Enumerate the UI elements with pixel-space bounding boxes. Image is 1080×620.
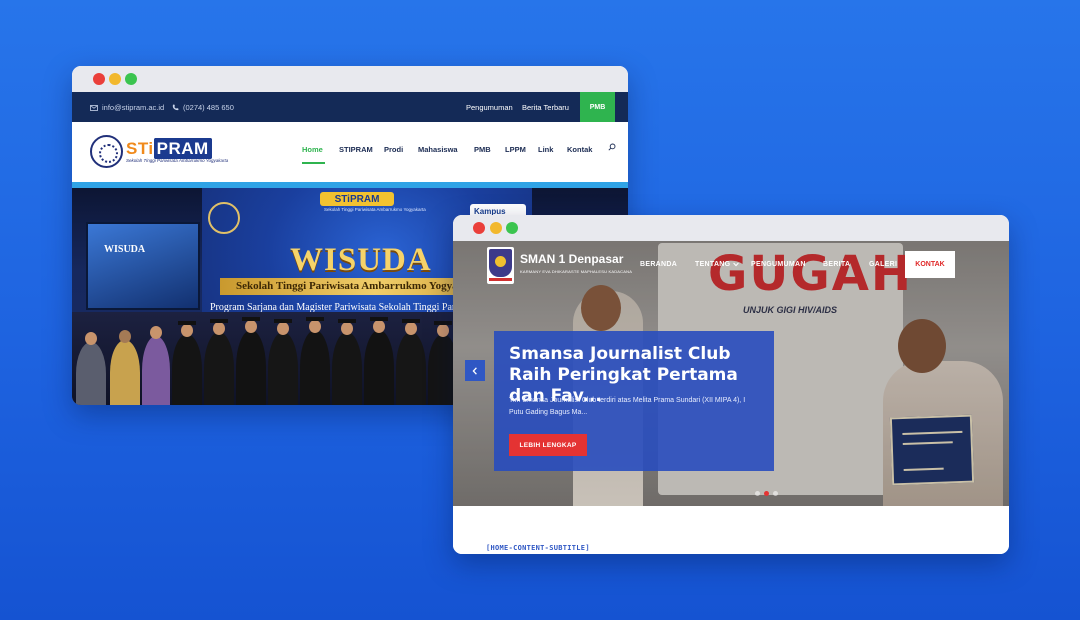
brand-part1: STi bbox=[126, 139, 154, 158]
minimize-window-button[interactable] bbox=[490, 222, 502, 234]
nav-stipram[interactable]: STIPRAM bbox=[339, 145, 373, 154]
nav-home[interactable]: Home bbox=[302, 145, 323, 154]
window-titlebar bbox=[453, 215, 1009, 241]
maximize-window-button[interactable] bbox=[506, 222, 518, 234]
slide-description: Tim Smansa Journalist Club terdiri atas … bbox=[509, 397, 746, 416]
brand-part2: PRAM bbox=[153, 138, 212, 159]
side-screen: WISUDA bbox=[86, 222, 200, 310]
slider-dot[interactable] bbox=[773, 491, 778, 496]
nav-berita[interactable]: BERITA bbox=[823, 261, 850, 268]
minimize-window-button[interactable] bbox=[109, 73, 121, 85]
home-content-section: [HOME-CONTENT-SUBTITLE] bbox=[453, 506, 1009, 554]
brand-tagline: Sekolah Tinggi Pariwisata Ambarrukmo Yog… bbox=[126, 158, 229, 163]
slider-dot[interactable] bbox=[755, 491, 760, 496]
slider-prev-button[interactable] bbox=[465, 360, 485, 381]
hero-wisuda-heading: WISUDA bbox=[290, 242, 432, 278]
stipram-logo[interactable]: STi PRAM Sekolah Tinggi Pariwisata Ambarr… bbox=[90, 135, 228, 168]
read-more-button[interactable]: LEBIH LENGKAP bbox=[509, 434, 587, 456]
contact-phone[interactable]: (0274) 485 650 bbox=[172, 103, 234, 112]
active-nav-underline bbox=[302, 162, 325, 164]
school-crest-icon[interactable] bbox=[487, 247, 514, 284]
nav-lppm[interactable]: LPPM bbox=[505, 145, 526, 154]
nav-pmb[interactable]: PMB bbox=[474, 145, 491, 154]
nav-prodi[interactable]: Prodi bbox=[384, 145, 403, 154]
close-window-button[interactable] bbox=[93, 73, 105, 85]
email-text: info@stipram.ac.id bbox=[102, 103, 165, 112]
link-pengumuman[interactable]: Pengumuman bbox=[466, 103, 513, 112]
phone-text: (0274) 485 650 bbox=[183, 103, 234, 112]
maximize-window-button[interactable] bbox=[125, 73, 137, 85]
slider-dot-active[interactable] bbox=[764, 491, 769, 496]
close-window-button[interactable] bbox=[473, 222, 485, 234]
slide-caption-card: Smansa Journalist Club Raih Peringkat Pe… bbox=[494, 331, 774, 471]
nav-tentang[interactable]: TENTANG bbox=[695, 261, 730, 268]
backdrop-seal-icon bbox=[208, 202, 240, 234]
chevron-down-icon[interactable] bbox=[733, 262, 739, 267]
search-icon[interactable] bbox=[608, 143, 616, 151]
school-tagline: KARMANY EVA DHIKARASTE MAPHALESU KADACAN… bbox=[520, 269, 633, 274]
mail-icon bbox=[90, 104, 98, 111]
nav-link[interactable]: Link bbox=[538, 145, 553, 154]
backdrop-logo: STiPRAM bbox=[320, 192, 394, 206]
phone-icon bbox=[172, 104, 179, 111]
link-berita-terbaru[interactable]: Berita Terbaru bbox=[522, 103, 569, 112]
home-content-subtitle: [HOME-CONTENT-SUBTITLE] bbox=[486, 544, 590, 552]
nav-pengumuman[interactable]: PENGUMUMAN bbox=[751, 261, 806, 268]
brand-wordmark: STi PRAM Sekolah Tinggi Pariwisata Ambarr… bbox=[126, 138, 229, 163]
side-screen-text: WISUDA bbox=[104, 244, 146, 255]
pmb-button[interactable]: PMB bbox=[580, 92, 615, 122]
top-info-bar: info@stipram.ac.id (0274) 485 650 Pengum… bbox=[72, 92, 628, 122]
sman-browser-window: GUGAH UNJUK GIGI HIV/AIDS SMAN 1 Denpasa… bbox=[453, 215, 1009, 554]
nav-kontak[interactable]: Kontak bbox=[567, 145, 592, 154]
stipram-seal-icon bbox=[90, 135, 123, 168]
school-name[interactable]: SMAN 1 Denpasar bbox=[520, 252, 623, 266]
main-navbar: STi PRAM Sekolah Tinggi Pariwisata Ambarr… bbox=[72, 122, 628, 182]
main-navbar: SMAN 1 Denpasar KARMANY EVA DHIKARASTE M… bbox=[453, 241, 1009, 293]
nav-galeri[interactable]: GALERI bbox=[869, 261, 897, 268]
window-titlebar bbox=[72, 66, 628, 92]
slider-pagination bbox=[755, 491, 778, 496]
kontak-button[interactable]: KONTAK bbox=[905, 251, 955, 278]
contact-email[interactable]: info@stipram.ac.id bbox=[90, 103, 164, 112]
nav-beranda[interactable]: BERANDA bbox=[640, 261, 677, 268]
nav-mahasiswa[interactable]: Mahasiswa bbox=[418, 145, 458, 154]
chevron-left-icon bbox=[472, 366, 477, 375]
backdrop-subtitle: Sekolah Tinggi Pariwisata Ambarrukmo Yog… bbox=[324, 207, 426, 212]
